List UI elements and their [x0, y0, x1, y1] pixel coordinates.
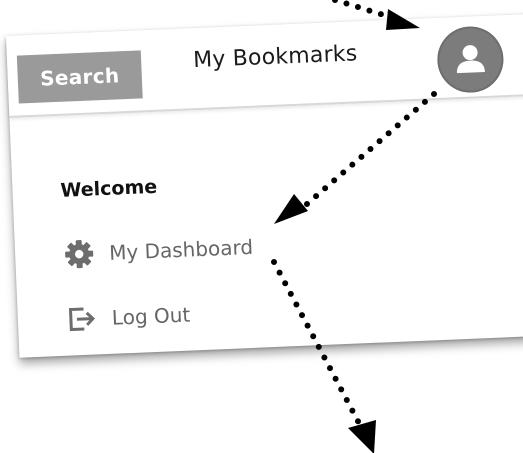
- page-title: My Bookmarks: [192, 41, 358, 74]
- search-button[interactable]: Search: [16, 50, 143, 104]
- logout-icon: [65, 302, 98, 335]
- user-icon: [456, 45, 485, 74]
- dotted-path: [332, 0, 403, 23]
- menu-item-logout[interactable]: Log Out: [65, 299, 191, 336]
- menu-item-label: My Dashboard: [108, 234, 254, 265]
- bookmarks-panel: Search My Bookmarks Welcome My Dashboard…: [6, 13, 523, 358]
- top-bar: Search My Bookmarks: [6, 13, 523, 118]
- gear-icon: [63, 237, 96, 270]
- welcome-heading: Welcome: [60, 175, 158, 202]
- menu-item-label: Log Out: [111, 302, 191, 330]
- arrowhead-icon: [348, 420, 376, 453]
- menu-item-dashboard[interactable]: My Dashboard: [63, 231, 254, 271]
- screenshot-stage: Search My Bookmarks Welcome My Dashboard…: [0, 0, 523, 453]
- avatar-button[interactable]: [436, 25, 505, 94]
